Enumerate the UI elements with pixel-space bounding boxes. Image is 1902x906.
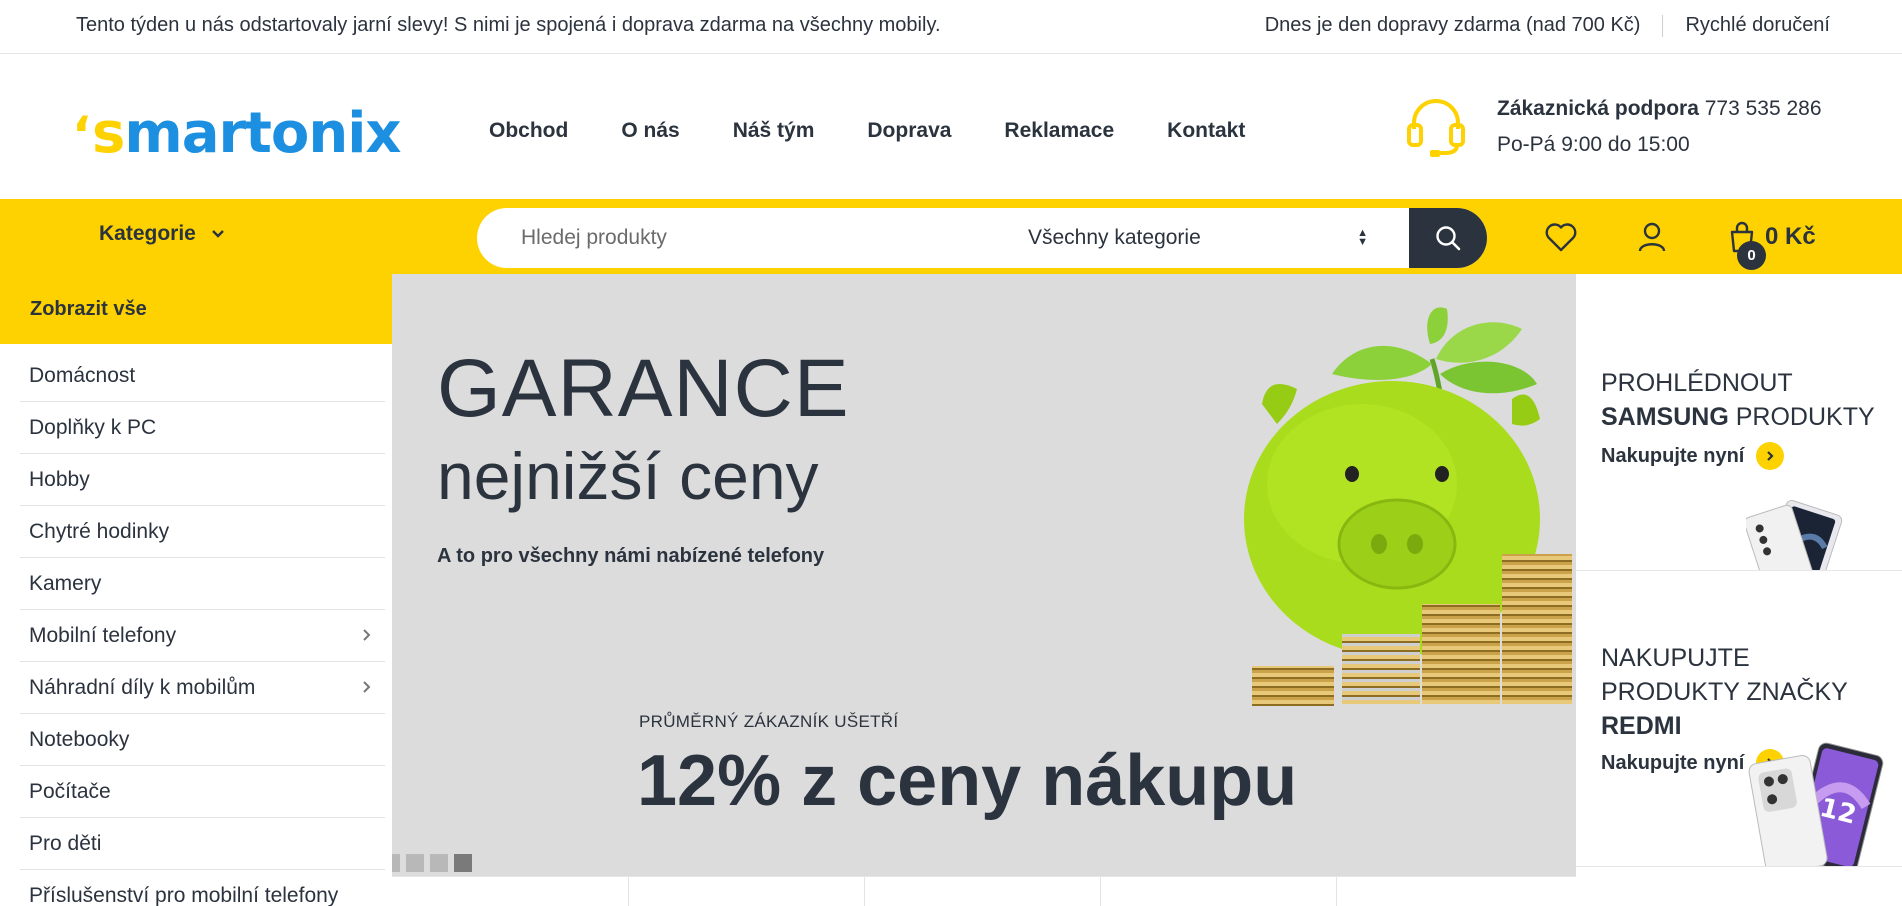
select-arrows-icon: ▲ ▼ [1357,227,1368,248]
customer-support: Zákaznická podpora 773 535 286 Po-Pá 9:0… [1405,95,1845,165]
wishlist-button[interactable] [1541,217,1581,257]
category-list: Domácnost Doplňky k PC Hobby Chytré hodi… [20,344,385,906]
category-item[interactable]: Hobby [20,454,385,506]
samsung-promo-card[interactable]: PROHLÉDNOUT SAMSUNG PRODUKTY Nakupujte n… [1576,274,1902,571]
nav-contact[interactable]: Kontakt [1167,119,1245,143]
nav-complaints[interactable]: Reklamace [1004,119,1114,143]
slide-dot[interactable] [406,854,424,872]
category-item[interactable]: Náhradní díly k mobilům [20,662,385,714]
support-hours: Po-Pá 9:00 do 15:00 [1497,133,1690,156]
hero-headline: 12% z ceny nákupu [637,741,1298,821]
redmi-phone-image: 12 [1748,742,1884,866]
free-shipping-link[interactable]: Dnes je den dopravy zdarma (nad 700 Kč) [1265,14,1641,37]
hero-subtitle: nejnižší ceny [437,439,819,513]
chevron-right-icon [363,681,371,693]
topbar-links: Dnes je den dopravy zdarma (nad 700 Kč) … [1265,14,1830,37]
redmi-promo-card[interactable]: NAKUPUJTE PRODUKTY ZNAČKY REDMI Nakupujt… [1576,571,1902,867]
nav-shipping[interactable]: Doprava [867,119,951,143]
redmi-promo-line1: NAKUPUJTE [1601,644,1750,672]
category-item[interactable]: Počítače [20,766,385,818]
category-item[interactable]: Příslušenství pro mobilní telefony [20,870,385,906]
arrow-right-icon [1756,442,1785,470]
cart-count-badge: 0 [1737,241,1766,270]
samsung-phone-image [1746,500,1843,570]
headset-icon [1407,99,1465,157]
nav-shop[interactable]: Obchod [489,119,568,143]
divider [1336,877,1337,906]
divider [1662,14,1664,37]
promo-column: PROHLÉDNOUT SAMSUNG PRODUKTY Nakupujte n… [1576,274,1902,906]
main-navigation: Obchod O nás Náš tým Doprava Reklamace K… [489,119,1298,143]
hero-banner[interactable]: GARANCE nejnižší ceny A to pro všechny n… [392,274,1576,876]
search-button[interactable] [1409,208,1487,268]
slide-dot[interactable] [392,854,400,872]
divider [864,877,865,906]
hero-tagline: A to pro všechny námi nabízené telefony [437,545,825,567]
samsung-promo-line1: PROHLÉDNOUT [1601,369,1793,397]
slide-dot[interactable] [430,854,448,872]
category-item[interactable]: Pro děti [20,818,385,870]
slider-pagination [392,854,472,872]
nav-about[interactable]: O nás [621,119,679,143]
divider [1100,877,1101,906]
redmi-promo-line2: PRODUKTY ZNAČKY [1601,678,1848,706]
top-info-bar: Tento týden u nás odstartovaly jarní sle… [0,0,1902,54]
support-phone[interactable]: 773 535 286 [1705,97,1822,120]
samsung-brand: SAMSUNG [1601,403,1729,431]
category-item[interactable]: Chytré hodinky [20,506,385,558]
hero-kicker: PRŮMĚRNÝ ZÁKAZNÍK UŠETŘÍ [639,712,899,731]
categories-toggle[interactable]: Kategorie [99,222,226,246]
category-item[interactable]: Notebooky [20,714,385,766]
samsung-shop-now-link[interactable]: Nakupujte nyní [1601,442,1785,470]
support-label: Zákaznická podpora [1497,97,1699,120]
category-item[interactable]: Kamery [20,558,385,610]
feature-strip [392,876,1576,906]
show-all-categories[interactable]: Zobrazit vše [0,274,392,344]
account-button[interactable] [1632,217,1672,257]
promo-announcement: Tento týden u nás odstartovaly jarní sle… [76,14,941,36]
search-input[interactable] [477,208,997,268]
divider [628,877,629,906]
search-form: Všechny kategorie ▲▼ [477,208,1487,268]
site-header: ‘s martonix Obchod O nás Náš tým Doprava … [0,55,1902,199]
category-select[interactable]: Všechny kategorie ▲ ▼ [1028,208,1386,268]
piggy-bank-illustration [1244,307,1572,706]
category-item[interactable]: Mobilní telefony [20,610,385,662]
chevron-right-icon [363,629,371,641]
category-item[interactable]: Domácnost [20,344,385,402]
site-logo[interactable]: ‘s martonix [72,101,402,166]
category-sidebar: Zobrazit vše Domácnost Doplňky k PC Hobb… [0,274,405,906]
category-select-value: Všechny kategorie [1028,226,1201,249]
categories-label: Kategorie [99,222,196,245]
category-item[interactable]: Doplňky k PC [20,402,385,454]
cart-button[interactable]: 0 0 Kč [1727,217,1816,270]
search-icon [1436,226,1461,251]
hero-title: GARANCE [437,343,850,434]
user-icon [1638,222,1666,252]
cart-total: 0 Kč [1765,223,1816,250]
heart-icon [1545,223,1577,252]
fast-delivery-link[interactable]: Rychlé doručení [1685,14,1830,37]
category-search-bar: Kategorie Všechny kategorie ▲▼ 0 0 Kč [0,199,1902,274]
nav-team[interactable]: Náš tým [733,119,815,143]
slide-dot-active[interactable] [454,854,472,872]
redmi-brand: REDMI [1601,712,1682,740]
chevron-down-icon [212,230,224,238]
